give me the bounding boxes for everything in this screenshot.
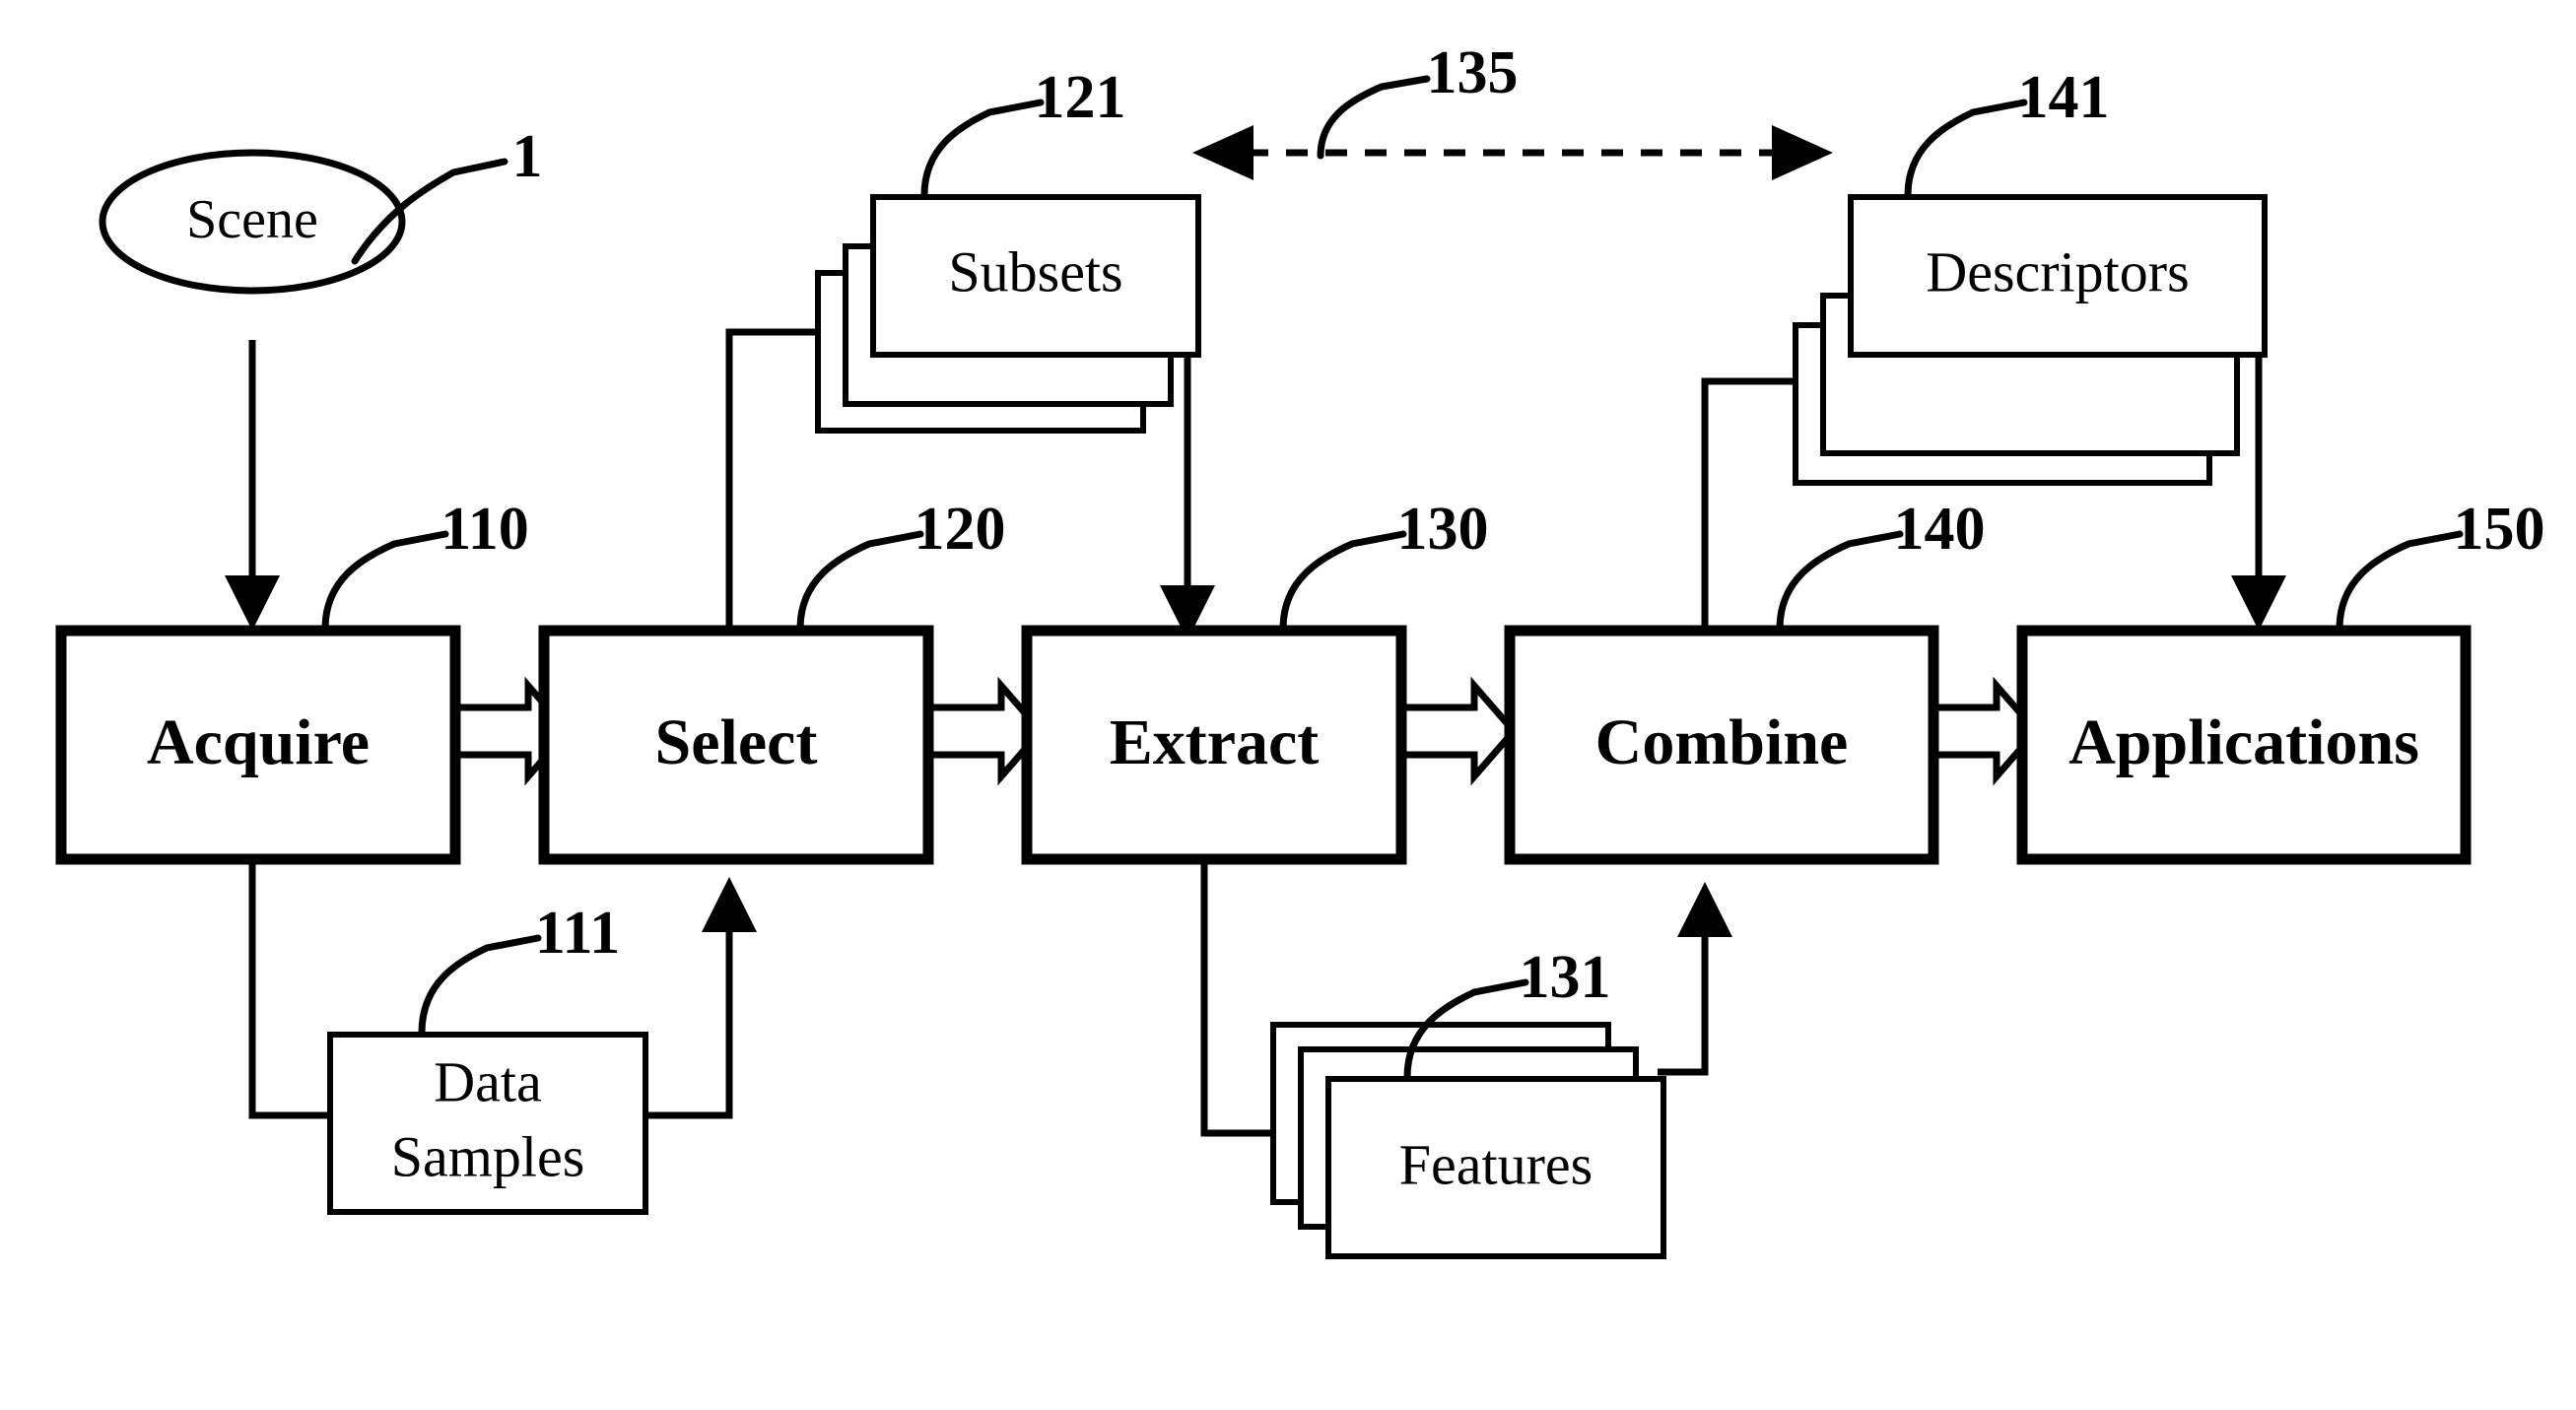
ref-label-1: 1 [512, 123, 543, 190]
leader-line-140 [1776, 530, 1904, 633]
ref-label-130: 130 [1397, 496, 1489, 563]
leader-line-141 [1904, 99, 2028, 199]
subsets-label: Subsets [948, 239, 1122, 303]
data-samples-label-line1: Data [434, 1049, 542, 1113]
figure-canvas: Scene Acquire Select Extract Combine App… [0, 0, 2576, 1410]
ref-label-135: 135 [1427, 39, 1519, 106]
arrowhead-left-135 [1192, 125, 1254, 180]
block-arrow-extract-combine [1397, 676, 1519, 786]
edge-acquire-to-data-samples [248, 859, 330, 1119]
leader-line-135 [1317, 75, 1431, 160]
ref-label-141: 141 [2018, 64, 2110, 131]
edge-data-samples-to-select [645, 877, 757, 1119]
leader-line-110 [321, 530, 449, 633]
ref-label-110: 110 [441, 496, 529, 563]
leader-line-111 [418, 934, 542, 1037]
leader-line-150 [2336, 530, 2464, 633]
flow-diagram-svg: Scene Acquire Select Extract Combine App… [55, 39, 2545, 1259]
leader-line-121 [920, 99, 1045, 199]
ref-label-121: 121 [1035, 64, 1126, 131]
ref-label-111: 111 [535, 900, 620, 967]
features-label: Features [1399, 1132, 1593, 1196]
data-samples-label-line2: Samples [391, 1124, 585, 1188]
scene-label: Scene [186, 189, 318, 250]
leader-line-120 [796, 530, 924, 633]
edge-combine-to-descriptors [1701, 377, 1796, 629]
edge-scene-to-acquire [225, 340, 280, 631]
select-label: Select [655, 706, 818, 778]
arrowhead-right-135 [1772, 125, 1833, 180]
descriptors-label: Descriptors [1926, 239, 2189, 303]
subsets-node[interactable] [815, 194, 1201, 434]
ref-label-131: 131 [1520, 944, 1611, 1011]
leader-line-130 [1279, 530, 1407, 633]
ref-label-140: 140 [1894, 496, 1986, 563]
edge-select-to-subsets [725, 328, 818, 628]
edge-features-to-combine [1658, 882, 1732, 1076]
applications-label: Applications [2068, 706, 2419, 778]
edge-extract-to-features [1200, 860, 1273, 1137]
ref-label-150: 150 [2454, 496, 2545, 563]
extract-label: Extract [1110, 706, 1320, 778]
edge-matching-link-135 [1192, 125, 1833, 180]
acquire-label: Acquire [147, 706, 370, 778]
ref-label-120: 120 [915, 496, 1006, 563]
combine-label: Combine [1595, 706, 1849, 778]
